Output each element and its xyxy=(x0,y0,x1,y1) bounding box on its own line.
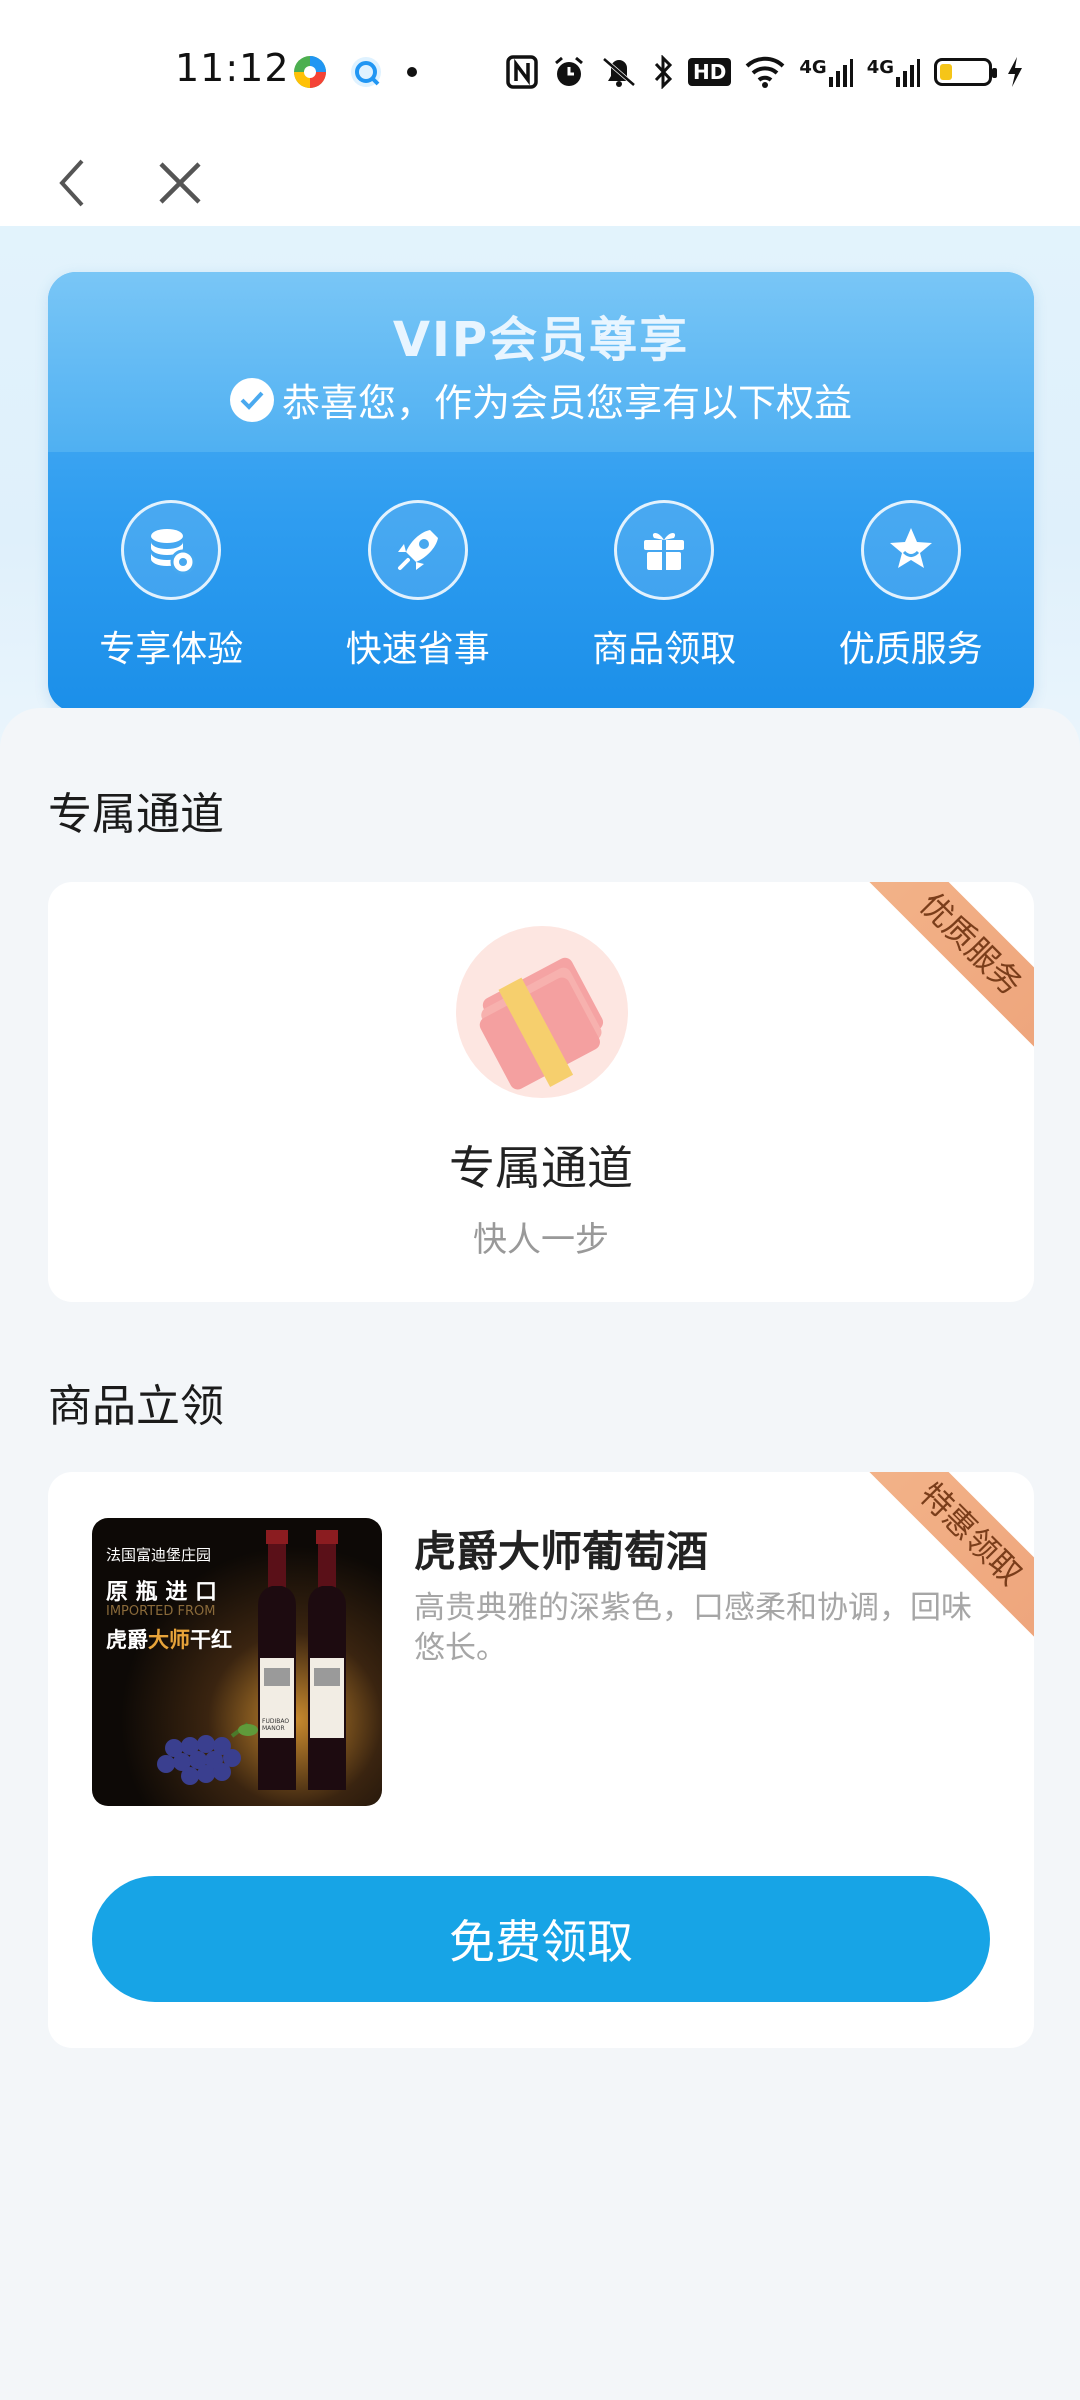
benefits-row: 专享体验 快速省事 商品领取 优质服务 xyxy=(48,500,1034,672)
status-bar: 11:12 HD 4G 4G xyxy=(0,0,1080,140)
benefit-item[interactable]: 优质服务 xyxy=(788,500,1035,672)
nfc-icon xyxy=(506,55,538,89)
wifi-icon xyxy=(745,56,785,88)
back-button[interactable] xyxy=(32,140,112,226)
system-icons: HD 4G 4G xyxy=(506,48,1024,96)
exclusive-channel-card[interactable]: 优质服务 专属通道 快人一步 xyxy=(48,882,1034,1302)
coins-icon xyxy=(121,500,222,600)
close-icon xyxy=(159,162,201,204)
dot-icon xyxy=(407,67,417,77)
product-card: 特惠领取 法国富迪堡庄园 原 瓶 进 口 IMPORTED FROM 虎爵大师干… xyxy=(48,1472,1034,2048)
benefit-label: 快速省事 xyxy=(345,629,490,670)
image-text-brand-b: 大师 xyxy=(148,1628,190,1652)
nav-bar xyxy=(0,140,1080,226)
signal-2: 4G xyxy=(867,57,920,87)
app-notification-icon xyxy=(294,56,326,88)
section-title-product: 商品立领 xyxy=(48,1381,224,1432)
vip-card: VIP会员尊享 恭喜您，作为会员您享有以下权益 专享体验 快速省事 商品领取 优… xyxy=(48,272,1034,712)
bottle-label-text: FUDIBAO MANOR xyxy=(262,1718,290,1732)
network-type-1: 4G xyxy=(799,57,827,78)
benefit-label: 商品领取 xyxy=(592,629,737,670)
vip-subtitle: 恭喜您，作为会员您享有以下权益 xyxy=(48,372,1034,427)
star-icon xyxy=(860,500,961,600)
bluetooth-icon xyxy=(654,55,673,89)
browser-notification-icon xyxy=(351,57,381,87)
benefit-item[interactable]: 专享体验 xyxy=(48,500,295,672)
product-description: 高贵典雅的深紫色，口感柔和协调，回味悠长。 xyxy=(414,1590,972,1666)
charging-icon xyxy=(1008,57,1022,87)
benefit-label: 专享体验 xyxy=(99,629,244,670)
hd-badge: HD xyxy=(688,58,732,86)
notification-icons xyxy=(290,50,422,94)
product-image[interactable]: 法国富迪堡庄园 原 瓶 进 口 IMPORTED FROM 虎爵大师干红 FUD… xyxy=(92,1518,382,1806)
benefit-item[interactable]: 快速省事 xyxy=(295,500,542,672)
signal-1: 4G xyxy=(799,57,853,87)
section-title-exclusive: 专属通道 xyxy=(48,789,224,840)
product-name: 虎爵大师葡萄酒 xyxy=(414,1527,709,1576)
benefit-item[interactable]: 商品领取 xyxy=(541,500,788,672)
red-envelope-icon xyxy=(456,926,628,1098)
vip-subtitle-text: 恭喜您，作为会员您享有以下权益 xyxy=(281,381,852,425)
free-claim-button[interactable]: 免费领取 xyxy=(92,1876,990,2002)
signal-bars-icon xyxy=(896,59,920,87)
image-text-import: 原 瓶 进 口 xyxy=(106,1580,217,1605)
alarm-icon xyxy=(555,56,583,86)
network-type-2: 4G xyxy=(866,57,894,78)
battery-icon xyxy=(934,58,997,86)
content-sheet: 专属通道 优质服务 专属通道 快人一步 商品立领 特惠领取 法国富迪堡庄园 原 … xyxy=(0,708,1080,2400)
channel-subtitle: 快人一步 xyxy=(473,1220,609,1260)
signal-bars-icon xyxy=(828,59,853,87)
benefit-label: 优质服务 xyxy=(838,629,983,670)
image-text-brand: 虎爵大师干红 xyxy=(106,1624,232,1654)
image-text-brand-a: 虎爵 xyxy=(106,1628,148,1652)
rocket-icon xyxy=(367,500,468,600)
vip-title: VIP会员尊享 xyxy=(392,312,690,368)
image-text-brand-c: 干红 xyxy=(190,1628,232,1652)
check-circle-icon xyxy=(229,377,274,422)
image-text-origin: 法国富迪堡庄园 xyxy=(106,1546,212,1564)
image-text-imported-from: IMPORTED FROM xyxy=(106,1604,216,1619)
ribbon-badge: 优质服务 xyxy=(862,882,1034,1053)
chevron-left-icon xyxy=(59,159,84,207)
channel-title: 专属通道 xyxy=(449,1141,633,1195)
status-time: 11:12 xyxy=(175,46,290,90)
gift-icon xyxy=(614,500,715,600)
close-button[interactable] xyxy=(140,140,220,226)
mute-icon xyxy=(602,57,636,87)
